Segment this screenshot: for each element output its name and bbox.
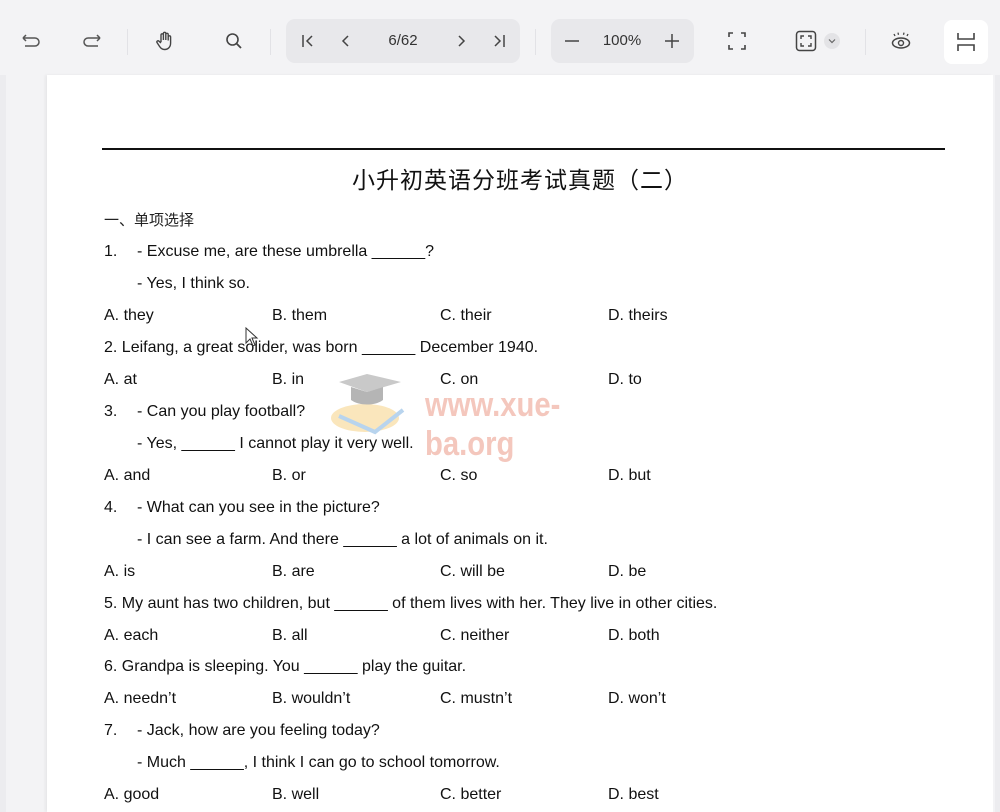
- option-d: D. theirs: [608, 307, 668, 324]
- question-text: - I can see a farm. And there ______ a l…: [137, 531, 548, 548]
- watermark-text: www.xue-ba.org: [425, 386, 561, 463]
- plus-icon: [665, 34, 679, 48]
- option-b: B. wouldn’t: [272, 690, 351, 707]
- next-page-button[interactable]: [443, 23, 479, 59]
- option-c: C. will be: [440, 563, 505, 580]
- toolbar-divider: [535, 29, 536, 55]
- fit-page-icon: [795, 30, 817, 52]
- mouse-cursor-icon: [245, 327, 259, 347]
- redo-icon: [83, 34, 101, 47]
- eye-care-button[interactable]: [883, 23, 919, 59]
- question-text: - Excuse me, are these umbrella ______?: [137, 243, 435, 260]
- hand-icon: [156, 31, 172, 51]
- first-page-icon: [302, 35, 313, 47]
- question-text: - Yes, ______ I cannot play it very well…: [137, 435, 414, 452]
- question-text: - Jack, how are you feeling today?: [137, 722, 380, 739]
- question-text: - Yes, I think so.: [137, 275, 250, 292]
- question-text: 6. Grandpa is sleeping. You ______ play …: [104, 658, 467, 675]
- search-button[interactable]: [216, 23, 252, 59]
- page-indicator[interactable]: 6/62: [368, 23, 438, 59]
- page-navigation: 6/62: [286, 19, 520, 63]
- minus-icon: [565, 40, 579, 42]
- option-c: C. on: [440, 371, 479, 388]
- graduation-cap-icon: [331, 374, 405, 435]
- chevron-left-icon: [341, 35, 349, 47]
- document-title: 小升初英语分班考试真题（二）: [352, 168, 688, 194]
- option-a: A. and: [104, 467, 151, 484]
- vertical-scrollbar[interactable]: [995, 75, 1000, 812]
- option-d: D. be: [608, 563, 647, 580]
- option-d: D. to: [608, 371, 642, 388]
- option-a: A. each: [104, 627, 159, 644]
- redo-button[interactable]: [75, 23, 111, 59]
- option-b: B. are: [272, 563, 315, 580]
- question-text: 5. My aunt has two children, but ______ …: [104, 595, 718, 612]
- option-b: B. them: [272, 307, 328, 324]
- question-number: 4.: [104, 499, 118, 516]
- last-page-icon: [494, 35, 505, 47]
- search-icon: [226, 33, 242, 49]
- zoom-out-button[interactable]: [554, 23, 590, 59]
- undo-button[interactable]: [12, 23, 48, 59]
- zoom-level[interactable]: 100%: [593, 23, 651, 59]
- option-a: A. good: [104, 786, 160, 803]
- toolbar-divider: [270, 29, 271, 55]
- fit-page-button[interactable]: [788, 23, 824, 59]
- fullscreen-icon: [728, 32, 746, 50]
- zoom-in-button[interactable]: [654, 23, 690, 59]
- option-c: C. their: [440, 307, 492, 324]
- option-b: B. or: [272, 467, 306, 484]
- left-scroll-rail: [0, 75, 6, 812]
- page-layout-icon: [957, 33, 975, 51]
- option-b: B. well: [272, 786, 320, 803]
- option-b: B. in: [272, 371, 305, 388]
- toolbar-divider: [865, 29, 866, 55]
- last-page-button[interactable]: [481, 23, 517, 59]
- hand-tool-button[interactable]: [147, 23, 183, 59]
- option-c: C. mustn’t: [440, 690, 513, 707]
- question-text: - What can you see in the picture?: [137, 499, 380, 516]
- toolbar-divider: [127, 29, 128, 55]
- toolbar: 6/62 100%: [0, 5, 1000, 75]
- option-b: B. all: [272, 627, 308, 644]
- option-c: C. better: [440, 786, 502, 803]
- option-a: A. needn’t: [104, 690, 177, 707]
- question-number: 1.: [104, 243, 118, 260]
- option-d: D. won’t: [608, 690, 666, 707]
- option-a: A. is: [104, 563, 136, 580]
- section-heading: 一、单项选择: [104, 211, 195, 229]
- option-c: C. so: [440, 467, 478, 484]
- eye-icon: [891, 32, 911, 49]
- option-a: A. they: [104, 307, 154, 324]
- document-viewport[interactable]: 小升初英语分班考试真题（二） 一、单项选择 1. - Excuse me, ar…: [0, 75, 1000, 812]
- first-page-button[interactable]: [290, 23, 326, 59]
- question-text: 2. Leifang, a great solider, was born __…: [104, 339, 539, 356]
- previous-page-button[interactable]: [328, 23, 364, 59]
- option-d: D. both: [608, 627, 660, 644]
- zoom-controls: 100%: [551, 19, 694, 63]
- page-layout-button[interactable]: [944, 20, 988, 64]
- option-d: D. but: [608, 467, 651, 484]
- chevron-right-icon: [458, 35, 466, 47]
- option-a: A. at: [104, 371, 137, 388]
- document-page: 小升初英语分班考试真题（二） 一、单项选择 1. - Excuse me, ar…: [47, 75, 993, 812]
- question-text: - Can you play football?: [137, 403, 306, 420]
- chevron-down-icon: [828, 39, 836, 44]
- question-number: 7.: [104, 722, 118, 739]
- header-rule: [102, 148, 945, 150]
- fullscreen-button[interactable]: [719, 23, 755, 59]
- question-text: - Much ______, I think I can go to schoo…: [137, 754, 500, 771]
- question-number: 3.: [104, 403, 118, 420]
- undo-icon: [22, 34, 40, 47]
- option-d: D. best: [608, 786, 659, 803]
- fit-options-dropdown[interactable]: [824, 33, 840, 49]
- option-c: C. neither: [440, 627, 510, 644]
